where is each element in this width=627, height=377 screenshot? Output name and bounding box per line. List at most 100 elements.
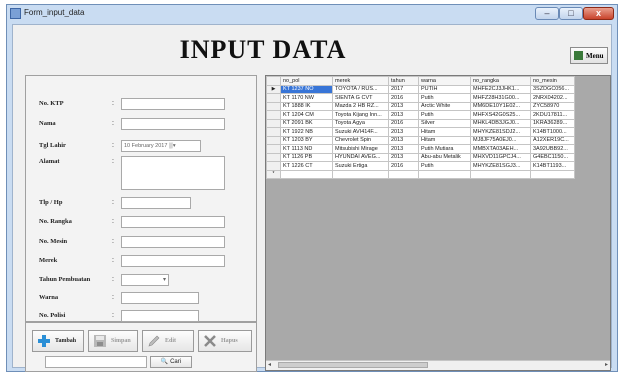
table-cell[interactable]: A12XER19C... [530,135,575,145]
table-cell[interactable]: ZYC58970 [530,101,575,111]
title-bar[interactable]: Form_input_data – □ x [7,5,617,23]
row-header[interactable] [266,127,281,137]
table-cell[interactable]: 1KRA36289... [530,118,575,128]
table-cell[interactable]: MHFXS42G0S25... [470,110,531,120]
simpan-button[interactable]: Simpan [88,330,138,352]
table-cell[interactable]: 2016 [388,93,419,103]
table-cell[interactable]: G4EBC1150... [530,152,575,162]
table-cell[interactable]: Putih [418,93,471,103]
no-rangka-input[interactable] [121,216,225,228]
table-cell[interactable]: 2KDU17811... [530,110,575,120]
table-cell[interactable]: 2016 [388,118,419,128]
scrollbar-thumb[interactable] [278,362,428,368]
table-cell[interactable]: KT 1888 IK [280,101,333,111]
table-cell[interactable]: K14BT1000... [530,127,575,137]
table-cell[interactable]: Hitam [418,127,471,137]
table-cell[interactable]: Mitsubishi Mirage [332,144,389,154]
table-cell[interactable]: MHYKZE81SGJ3... [470,161,531,171]
table-row[interactable]: KT 1203 BY Chevrolet Spin 2013 Hitam MJ8… [266,135,575,145]
table-cell[interactable]: KT 1126 PB [280,152,333,162]
table-cell[interactable]: 2016 [388,161,419,171]
search-input[interactable] [45,356,147,368]
table-cell[interactable]: KT 1922 NB [280,127,333,137]
table-cell[interactable]: KT 1203 BY [280,135,333,145]
column-header[interactable]: no_pol [280,76,333,86]
table-cell[interactable]: K14BT1193... [530,161,575,171]
no-mesin-input[interactable] [121,236,225,248]
tahun-pembuatan-select[interactable]: ▾ [121,274,169,286]
close-button[interactable]: x [583,7,614,20]
table-row[interactable]: ▶ KT 1237 NO TOYOTA / RUS... 2017 PUTIH … [266,84,575,94]
table-cell[interactable] [332,169,389,179]
table-cell[interactable]: MHFE2CJ3JHK1... [470,84,531,94]
no-polisi-input[interactable] [121,310,199,322]
table-cell[interactable]: HYUNDAI AVEG... [332,152,389,162]
table-cell[interactable]: Mazda 2 HB RZ... [332,101,389,111]
row-header[interactable] [266,101,281,111]
new-row[interactable]: * [266,169,575,179]
table-cell[interactable]: KT 2091 BK [280,118,333,128]
table-cell[interactable]: Putih Mutiara [418,144,471,154]
table-cell[interactable]: KT 1113 ND [280,144,333,154]
table-cell[interactable]: TOYOTA / RUS... [332,84,389,94]
table-cell[interactable]: 2013 [388,144,419,154]
warna-input[interactable] [121,292,199,304]
alamat-textarea[interactable] [121,156,225,190]
table-cell[interactable]: 2013 [388,101,419,111]
table-row[interactable]: KT 1226 CT Suzuki Ertiga 2016 Putih MHYK… [266,161,575,171]
table-cell[interactable]: 2013 [388,127,419,137]
table-cell[interactable]: 2013 [388,152,419,162]
table-cell[interactable]: KT 1237 NO [280,84,333,94]
table-cell[interactable]: 2013 [388,110,419,120]
table-cell[interactable]: KT 1226 CT [280,161,333,171]
column-header[interactable]: warna [418,76,471,86]
table-cell[interactable]: MHFZ28H31G00... [470,93,531,103]
table-row[interactable]: KT 1126 PB HYUNDAI AVEG... 2013 Abu-abu … [266,152,575,162]
table-row[interactable]: KT 1170 NW SIENTA G CVT 2016 Putih MHFZ2… [266,93,575,103]
minimize-button[interactable]: – [535,7,559,20]
column-header[interactable]: no_mesin [530,76,575,86]
table-cell[interactable] [280,169,333,179]
table-cell[interactable] [418,169,471,179]
table-row[interactable]: KT 1922 NB Suzuki AVI414F... 2013 Hitam … [266,127,575,137]
tgl-lahir-datepicker[interactable]: 10 February 2017 ▒▾ [121,140,201,152]
menu-button[interactable]: Menu [570,47,608,64]
table-cell[interactable] [388,169,419,179]
table-cell[interactable]: 3SZDGC056... [530,84,575,94]
table-cell[interactable]: Hitam [418,135,471,145]
row-header[interactable] [266,144,281,154]
tambah-button[interactable]: Tambah [32,330,84,352]
scroll-right-icon[interactable]: ▸ [605,361,608,368]
table-cell[interactable]: Toyota Agya [332,118,389,128]
maximize-button[interactable]: □ [559,7,583,20]
column-header[interactable]: merek [332,76,389,86]
table-cell[interactable]: 2013 [388,135,419,145]
row-header[interactable] [266,93,281,103]
row-header[interactable] [266,135,281,145]
table-cell[interactable]: MJ8JF75A0EJ0... [470,135,531,145]
tlp-hp-input[interactable] [121,197,191,209]
table-cell[interactable]: Toyota Kijang Inn... [332,110,389,120]
no-ktp-input[interactable] [121,98,225,110]
table-cell[interactable]: 3A92UBB92... [530,144,575,154]
table-cell[interactable]: Chevrolet Spin [332,135,389,145]
table-cell[interactable]: Arctic White [418,101,471,111]
edit-button[interactable]: Edit [142,330,194,352]
table-cell[interactable]: KT 1204 CM [280,110,333,120]
hapus-button[interactable]: Hapus [198,330,252,352]
horizontal-scrollbar[interactable]: ◂ ▸ [266,360,610,370]
table-cell[interactable]: Suzuki AVI414F... [332,127,389,137]
current-row-indicator[interactable]: ▶ [266,84,281,94]
table-cell[interactable]: SIENTA G CVT [332,93,389,103]
column-header[interactable]: no_rangka [470,76,531,86]
nama-input[interactable] [121,118,225,130]
merek-input[interactable] [121,255,225,267]
table-cell[interactable]: MM6DE10Y1E02... [470,101,531,111]
column-header[interactable]: tahun [388,76,419,86]
table-cell[interactable]: MMBXTA03AEH... [470,144,531,154]
table-cell[interactable]: PUTIH [418,84,471,94]
table-row[interactable]: KT 2091 BK Toyota Agya 2016 Silver MHKL4… [266,118,575,128]
scroll-left-icon[interactable]: ◂ [268,361,271,368]
data-grid[interactable]: no_pol merek tahun warna no_rangka no_me… [265,75,611,371]
table-cell[interactable]: Putih [418,110,471,120]
